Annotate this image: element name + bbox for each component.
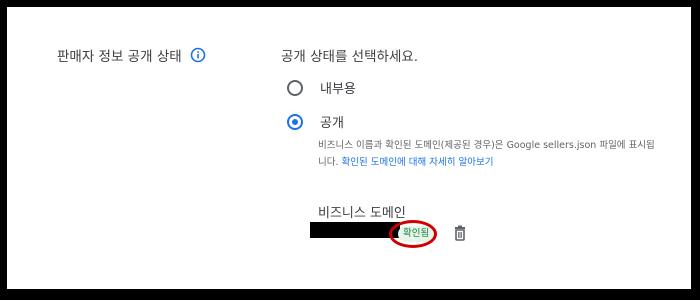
redacted-domain-value	[310, 222, 400, 238]
learn-more-link[interactable]: 확인된 도메인에 대해 자세히 알아보기	[342, 157, 494, 168]
info-icon[interactable]	[190, 47, 206, 63]
trash-icon[interactable]	[451, 224, 469, 242]
radio-label-internal: 내부용	[320, 82, 356, 97]
radio-button-internal[interactable]	[287, 79, 303, 96]
seller-info-visibility-text: 판매자 정보 공개 상태	[57, 49, 182, 65]
seller-info-visibility-label: 판매자 정보 공개 상태	[57, 45, 206, 65]
highlight-annotation	[389, 220, 437, 248]
section-title: 공개 상태를 선택하세요.	[281, 49, 419, 65]
radio-option-public[interactable]: 공개	[287, 112, 344, 131]
public-description: 비즈니스 이름과 확인된 도메인(제공된 경우)은 Google sellers…	[318, 137, 658, 171]
radio-option-internal[interactable]: 내부용	[287, 78, 356, 97]
radio-button-public[interactable]	[287, 113, 303, 130]
business-domain-title: 비즈니스 도메인	[318, 206, 406, 221]
radio-label-public: 공개	[320, 116, 344, 131]
